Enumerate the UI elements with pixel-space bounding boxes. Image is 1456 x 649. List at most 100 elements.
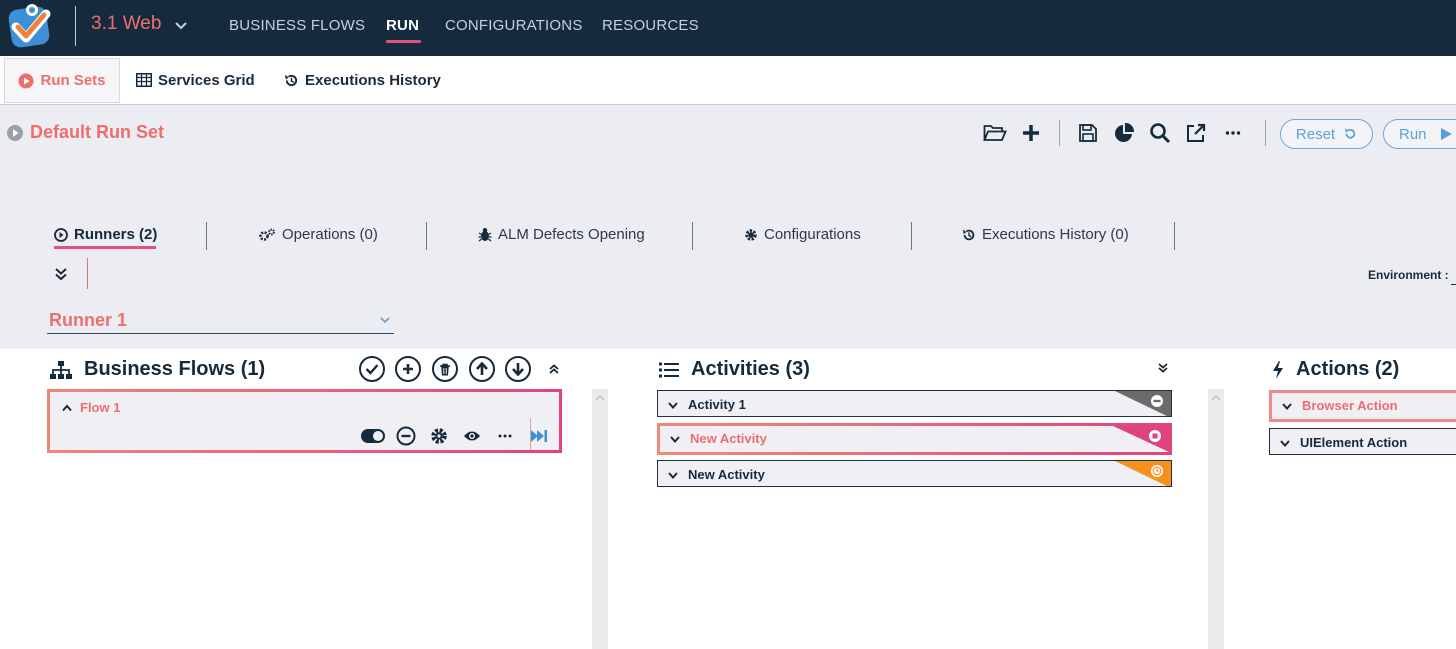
play-circle-icon xyxy=(54,227,68,242)
more-button[interactable] xyxy=(1220,121,1246,145)
activity-card[interactable]: Activity 1 xyxy=(657,390,1172,417)
external-link-icon xyxy=(1187,123,1206,142)
flow-toggle[interactable] xyxy=(359,428,387,444)
tab-executions-history-runset[interactable]: Executions History (0) xyxy=(962,226,1129,243)
toolbar-divider xyxy=(1265,120,1266,146)
chevron-down-icon[interactable] xyxy=(172,17,190,35)
activity-card[interactable]: New Activity xyxy=(657,423,1172,455)
move-down-button[interactable] xyxy=(505,356,531,382)
tab-services-grid[interactable]: Services Grid xyxy=(136,56,255,104)
run-button[interactable]: Run xyxy=(1383,119,1456,149)
tab-divider xyxy=(426,222,427,250)
save-button[interactable] xyxy=(1075,121,1101,145)
action-title[interactable]: Browser Action xyxy=(1282,398,1398,413)
play-icon xyxy=(1440,128,1452,140)
toolbar-divider xyxy=(1059,120,1060,146)
actions-title: Actions (2) xyxy=(1296,358,1400,380)
sub-tab-bar: Run Sets Services Grid Executions Histor… xyxy=(0,56,1456,105)
open-folder-button[interactable] xyxy=(982,121,1008,145)
status-corner xyxy=(1113,426,1169,452)
gear-icon xyxy=(745,228,757,241)
chevron-down-icon[interactable] xyxy=(1280,439,1290,447)
tab-divider xyxy=(206,222,207,250)
nav-active-indicator xyxy=(386,40,421,43)
double-chevron-down-icon[interactable] xyxy=(1157,362,1169,374)
runner-select[interactable]: Runner 1 xyxy=(49,310,127,331)
activity-name: Activity 1 xyxy=(688,397,746,412)
tab-services-grid-label: Services Grid xyxy=(158,71,255,89)
tab-executions-history-label: Executions History xyxy=(305,71,441,89)
flow-more-button[interactable] xyxy=(491,434,519,438)
status-corner xyxy=(1115,461,1171,486)
nav-run[interactable]: RUN xyxy=(386,17,419,34)
add-button[interactable] xyxy=(1018,121,1044,145)
save-icon xyxy=(1079,124,1097,142)
top-bar: 3.1 Web BUSINESS FLOWS RUN CONFIGURATION… xyxy=(0,0,1456,56)
flow-title[interactable]: Flow 1 xyxy=(62,400,120,415)
tab-operations[interactable]: Operations (0) xyxy=(258,226,378,243)
search-button[interactable] xyxy=(1147,121,1173,145)
action-title[interactable]: UIElement Action xyxy=(1280,435,1407,450)
chevron-down-icon[interactable] xyxy=(379,314,391,326)
flow-settings-button[interactable] xyxy=(425,427,453,445)
arrow-down-icon xyxy=(512,363,524,376)
activity-title[interactable]: New Activity xyxy=(668,467,765,482)
project-selector[interactable]: 3.1 Web xyxy=(91,13,161,35)
double-chevron-up-icon[interactable] xyxy=(548,363,560,375)
activities-header: Activities (3) xyxy=(659,358,810,381)
tab-executions-history[interactable]: Executions History xyxy=(284,56,441,104)
ginger-logo[interactable] xyxy=(6,2,62,54)
tab-configurations[interactable]: Configurations xyxy=(744,226,861,243)
nav-resources[interactable]: RESOURCES xyxy=(602,17,699,34)
delete-flow-button[interactable] xyxy=(432,356,458,382)
business-flows-scrollbar[interactable] xyxy=(592,389,608,649)
action-card[interactable]: Browser Action xyxy=(1269,390,1456,422)
business-flow-card[interactable]: Flow 1 xyxy=(47,389,562,453)
flow-disable-button[interactable] xyxy=(392,426,420,446)
more-dots-icon xyxy=(498,434,512,438)
chevron-down-icon[interactable] xyxy=(668,401,678,409)
nav-configurations[interactable]: CONFIGURATIONS xyxy=(445,17,583,34)
chevron-up-icon[interactable] xyxy=(62,403,72,412)
activities-scrollbar[interactable] xyxy=(1208,389,1224,649)
fast-forward-icon xyxy=(531,430,547,442)
environment-select[interactable] xyxy=(1451,284,1456,285)
analyze-button[interactable] xyxy=(1111,121,1137,145)
tab-run-sets-label: Run Sets xyxy=(40,72,106,89)
check-all-button[interactable] xyxy=(359,356,385,382)
tab-runners[interactable]: Runners (2) xyxy=(54,226,157,243)
action-name: Browser Action xyxy=(1302,398,1398,413)
scroll-up-icon[interactable] xyxy=(1211,394,1221,402)
activity-title[interactable]: New Activity xyxy=(670,431,767,446)
chevron-down-icon[interactable] xyxy=(1282,402,1292,410)
bug-icon xyxy=(478,228,492,242)
move-up-button[interactable] xyxy=(469,356,495,382)
chevron-down-icon[interactable] xyxy=(668,471,678,479)
activity-title[interactable]: Activity 1 xyxy=(668,397,746,412)
run-set-title: Default Run Set xyxy=(30,122,165,142)
logo-divider xyxy=(75,6,76,46)
double-chevron-down-icon[interactable] xyxy=(53,266,69,282)
flow-name: Flow 1 xyxy=(80,400,121,415)
chevron-down-icon[interactable] xyxy=(670,435,680,443)
cogs-icon xyxy=(259,228,275,241)
flow-view-button[interactable] xyxy=(458,429,486,443)
grid-icon xyxy=(136,73,152,87)
nav-business-flows[interactable]: BUSINESS FLOWS xyxy=(229,17,365,34)
tab-divider xyxy=(692,222,693,250)
environment-label: Environment : xyxy=(1368,268,1449,282)
export-button[interactable] xyxy=(1183,121,1209,145)
add-flow-button[interactable] xyxy=(395,356,421,382)
plus-icon xyxy=(403,364,413,374)
action-card[interactable]: UIElement Action xyxy=(1269,428,1456,455)
tab-run-sets[interactable]: Run Sets xyxy=(4,58,120,103)
scroll-up-icon[interactable] xyxy=(595,394,605,402)
tab-runners-label: Runners (2) xyxy=(74,226,158,243)
tab-alm-defects[interactable]: ALM Defects Opening xyxy=(478,226,645,243)
reset-button[interactable]: Reset xyxy=(1280,119,1373,149)
arrow-up-icon xyxy=(476,362,488,375)
bolt-icon xyxy=(1273,360,1283,379)
actions-header: Actions (2) xyxy=(1272,358,1399,381)
runner-select-underline xyxy=(47,333,394,334)
activity-card[interactable]: New Activity xyxy=(657,460,1172,487)
